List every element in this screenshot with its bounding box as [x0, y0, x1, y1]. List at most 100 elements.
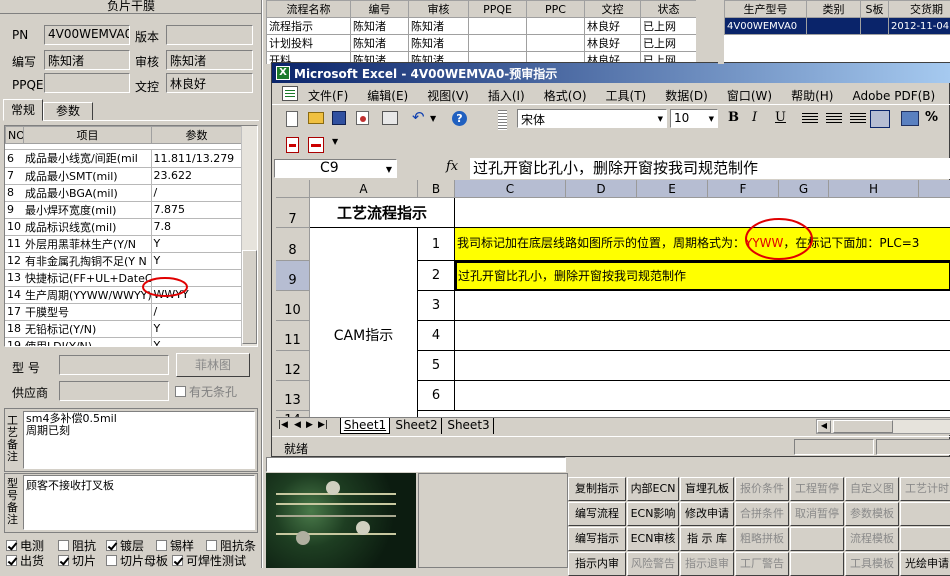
h-scrollbar[interactable]: ◀ [816, 419, 950, 434]
action-button[interactable]: ECN审核 [627, 527, 679, 551]
underline-button[interactable]: U [775, 110, 786, 125]
menu-item[interactable]: 帮助(H) [791, 89, 833, 103]
toolbar-grip[interactable] [498, 110, 507, 130]
undo-icon[interactable]: ↶ [412, 109, 428, 125]
menu-item[interactable]: 插入(I) [488, 89, 525, 103]
param-value[interactable]: Y [151, 252, 241, 269]
param-row[interactable]: 6成品最小线宽/间距(mil11.811/13.279 [5, 150, 241, 167]
reviewer-field[interactable]: 陈知渚 [166, 50, 253, 70]
new-icon[interactable] [286, 111, 298, 127]
col-header-g[interactable]: G [779, 180, 829, 198]
param-scrollbar[interactable] [241, 126, 257, 346]
col-no[interactable]: NO [6, 127, 24, 144]
step-number-cell[interactable]: 3 [418, 291, 455, 321]
action-button[interactable]: 工具模板 [845, 552, 899, 576]
process-col-header[interactable]: PPQE [469, 1, 527, 18]
row-header-7[interactable]: 7 [276, 198, 310, 228]
action-button[interactable]: 合拼条件 [735, 502, 789, 526]
param-value[interactable]: / [151, 184, 241, 201]
docctrl-field[interactable]: 林良好 [166, 73, 253, 93]
sheet-tab-3[interactable]: Sheet3 [444, 418, 494, 434]
sheet-tab-1[interactable]: Sheet1 [340, 418, 390, 434]
checkbox-box[interactable] [58, 555, 69, 566]
action-button[interactable] [790, 527, 844, 551]
param-value[interactable]: Y [151, 320, 241, 337]
action-button[interactable]: 内部ECN [627, 477, 679, 501]
function-icon[interactable]: fx [446, 159, 458, 174]
model-col-header[interactable]: 类别 [807, 1, 861, 18]
row-header-12[interactable]: 12 [276, 351, 310, 381]
process-col-header[interactable]: PPC [527, 1, 585, 18]
process-note-text[interactable]: sm4多补偿0.5mil 周期已刻 [23, 411, 255, 469]
header-title-cell[interactable]: 工艺流程指示 [310, 198, 455, 228]
checkbox-box[interactable] [156, 540, 167, 551]
tab-general[interactable]: 常规 [3, 99, 43, 121]
action-button[interactable]: 取消暂停 [790, 502, 844, 526]
step-number-cell[interactable]: 4 [418, 321, 455, 351]
currency-icon[interactable] [901, 111, 919, 126]
col-item[interactable]: 项目 [24, 127, 152, 144]
action-button[interactable] [900, 527, 950, 551]
action-button[interactable]: 风险警告 [627, 552, 679, 576]
align-right-icon[interactable] [850, 113, 866, 124]
model-col-header[interactable]: S板 [861, 1, 889, 18]
sheet-nav-next-icon[interactable]: ▶ [306, 420, 313, 430]
menu-item[interactable]: 窗口(W) [727, 89, 772, 103]
italic-button[interactable]: I [752, 110, 757, 125]
param-row[interactable]: 14生产周期(YYWW/WWYY)WWYY [5, 286, 241, 303]
model-note-text[interactable]: 顾客不接收打叉板 [23, 475, 255, 530]
param-value[interactable]: 7.8 [151, 218, 241, 235]
toolbar-options-icon[interactable]: ▼ [332, 137, 338, 146]
action-button[interactable]: 指 示 库 [680, 527, 734, 551]
checkbox-box[interactable] [206, 540, 217, 551]
checkbox-box[interactable] [6, 540, 17, 551]
param-row[interactable]: 9最小焊环宽度(mil)7.875 [5, 201, 241, 218]
cell-c12[interactable] [455, 351, 950, 381]
bottom-field[interactable] [266, 457, 566, 472]
param-row[interactable]: 17干膜型号/ [5, 303, 241, 320]
param-value[interactable]: Y [151, 235, 241, 252]
param-value[interactable]: 11.811/13.279 [151, 150, 241, 167]
sheet-doc-icon[interactable] [282, 86, 298, 101]
menu-item[interactable]: 格式(O) [544, 89, 587, 103]
font-name-select[interactable]: 宋体▼ [517, 109, 667, 128]
param-row[interactable]: 10成品标识线宽(mil)7.8 [5, 218, 241, 235]
model-field[interactable] [59, 355, 169, 375]
action-button[interactable]: 流程模板 [845, 527, 899, 551]
sheet-nav-prev-icon[interactable]: ◀ [294, 420, 301, 430]
name-box[interactable]: C9▼ [274, 159, 397, 178]
action-button[interactable]: 光绘申请 [900, 552, 950, 576]
excel-titlebar[interactable]: X Microsoft Excel - 4V00WEMVA0-预审指示 [272, 63, 950, 83]
open-icon[interactable] [308, 112, 324, 124]
save-icon[interactable] [332, 111, 346, 125]
col-header-e[interactable]: E [637, 180, 708, 198]
menu-item[interactable]: 数据(D) [665, 89, 708, 103]
col-header-b[interactable]: B [418, 180, 455, 198]
row-header-13[interactable]: 13 [276, 381, 310, 411]
col-header-a[interactable]: A [310, 180, 418, 198]
pdf-convert-icon[interactable] [286, 137, 299, 153]
checkbox-box[interactable] [58, 540, 69, 551]
formula-input[interactable]: 过孔开窗比孔小，删除开窗按我司规范制作 [470, 158, 950, 179]
align-center-icon[interactable] [826, 113, 842, 124]
undo-dropdown-icon[interactable]: ▼ [430, 111, 446, 127]
process-row[interactable]: 计划投料陈知渚陈知渚林良好已上网 [267, 35, 697, 52]
step-number-cell[interactable]: 5 [418, 351, 455, 381]
action-button[interactable]: 复制指示 [568, 477, 626, 501]
param-row[interactable]: 8成品最小BGA(mil)/ [5, 184, 241, 201]
model-row-selected[interactable]: 4V00WEMVA02012-11-04 [725, 18, 950, 35]
checkbox-box[interactable] [106, 540, 117, 551]
col-header-c[interactable]: C [455, 180, 566, 198]
writer-field[interactable]: 陈知渚 [44, 50, 130, 70]
col-param[interactable]: 参数 [152, 127, 242, 144]
action-button[interactable]: 粗略拼板 [735, 527, 789, 551]
print-preview-icon[interactable] [382, 111, 398, 125]
checkbox-box[interactable] [172, 555, 183, 566]
checkbox-box[interactable] [106, 555, 117, 566]
action-button[interactable] [900, 502, 950, 526]
pn-field[interactable]: 4V00WEMVA0 [44, 25, 130, 45]
action-button[interactable] [790, 552, 844, 576]
instruction-line-2[interactable]: 过孔开窗比孔小，删除开窗按我司规范制作 [455, 261, 950, 291]
action-button[interactable]: 修改申请 [680, 502, 734, 526]
font-size-select[interactable]: 10▼ [670, 109, 718, 128]
